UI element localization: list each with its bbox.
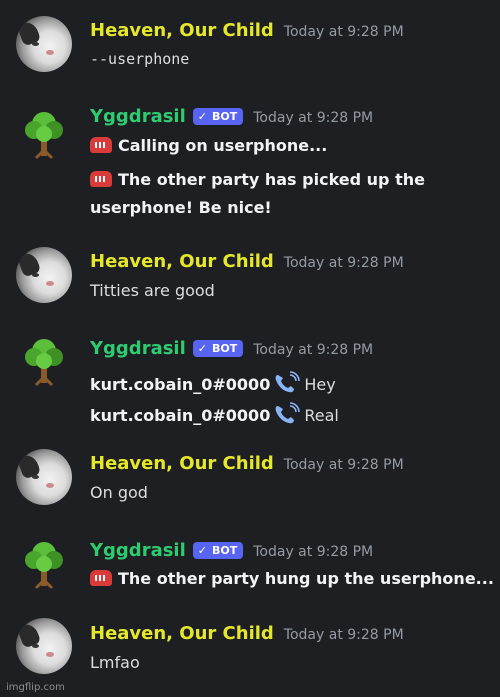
timestamp[interactable]: Today at 9:28 PM [284, 24, 404, 40]
bot-badge-label: BOT [211, 342, 238, 355]
avatar[interactable] [16, 536, 72, 592]
timestamp[interactable]: Today at 9:28 PM [253, 544, 373, 560]
message-text: The other party has picked up the [118, 170, 425, 189]
relay-text: Hey [304, 375, 336, 394]
relay-text: Real [304, 406, 339, 425]
telephone-receiver-icon [275, 402, 301, 424]
checkmark-icon: ✓ [197, 544, 207, 557]
username[interactable]: Yggdrasil [90, 106, 186, 127]
timestamp[interactable]: Today at 9:28 PM [284, 255, 404, 271]
message-heaven-2: Heaven, Our Child Today at 9:28 PM Titti… [0, 240, 500, 330]
tree-icon [25, 542, 63, 590]
avatar[interactable] [16, 16, 72, 72]
message-heaven-3: Heaven, Our Child Today at 9:28 PM On go… [0, 449, 500, 535]
avatar[interactable] [16, 618, 72, 674]
username[interactable]: Heaven, Our Child [90, 251, 274, 272]
relay-sender: kurt.cobain_0#0000 [90, 375, 271, 394]
avatar[interactable] [16, 106, 72, 162]
cat-nose-shape [46, 483, 54, 488]
timestamp[interactable]: Today at 9:28 PM [253, 110, 373, 126]
bot-badge: ✓ BOT [192, 340, 244, 357]
tree-icon [25, 112, 63, 160]
telephone-icon [90, 570, 112, 586]
message-content: kurt.cobain_0#0000 Hey [90, 366, 336, 394]
username[interactable]: Heaven, Our Child [90, 623, 274, 644]
message-content: --userphone [90, 50, 190, 68]
message-header: Heaven, Our Child Today at 9:28 PM [90, 251, 404, 272]
username[interactable]: Yggdrasil [90, 540, 186, 561]
bot-badge-label: BOT [211, 110, 238, 123]
message-header: Yggdrasil ✓ BOT Today at 9:28 PM [90, 338, 373, 359]
username[interactable]: Yggdrasil [90, 338, 186, 359]
message-header: Heaven, Our Child Today at 9:28 PM [90, 20, 404, 41]
timestamp[interactable]: Today at 9:28 PM [284, 457, 404, 473]
bot-badge: ✓ BOT [192, 108, 244, 125]
telephone-icon [90, 137, 112, 153]
message-header: Yggdrasil ✓ BOT Today at 9:28 PM [90, 540, 373, 561]
telephone-receiver-icon [275, 371, 301, 393]
message-content: On god [90, 483, 148, 502]
timestamp[interactable]: Today at 9:28 PM [253, 342, 373, 358]
message-content: The other party has picked up the [90, 169, 425, 189]
cat-nose-shape [46, 652, 54, 657]
username[interactable]: Heaven, Our Child [90, 20, 274, 41]
username[interactable]: Heaven, Our Child [90, 453, 274, 474]
cat-eye-shape [32, 273, 39, 277]
telephone-icon [90, 171, 112, 187]
bot-badge: ✓ BOT [192, 542, 244, 559]
message-header: Heaven, Our Child Today at 9:28 PM [90, 623, 404, 644]
message-content: Calling on userphone... [90, 135, 327, 155]
message-content: userphone! Be nice! [90, 198, 272, 217]
cat-eye-shape [32, 475, 39, 479]
tree-icon [25, 339, 63, 387]
message-yggdrasil-2: Yggdrasil ✓ BOT Today at 9:28 PM kurt.co… [0, 330, 500, 450]
message-yggdrasil-3: Yggdrasil ✓ BOT Today at 9:28 PM The oth… [0, 535, 500, 615]
cat-nose-shape [46, 281, 54, 286]
message-heaven-1: Heaven, Our Child Today at 9:28 PM --use… [0, 0, 500, 90]
message-text: The other party hung up the userphone... [118, 569, 494, 588]
message-content: kurt.cobain_0#0000 Real [90, 397, 339, 425]
relay-sender: kurt.cobain_0#0000 [90, 406, 271, 425]
message-header: Yggdrasil ✓ BOT Today at 9:28 PM [90, 106, 373, 127]
cat-nose-shape [46, 50, 54, 55]
cat-eye-shape [32, 42, 39, 46]
avatar[interactable] [16, 247, 72, 303]
message-content: Titties are good [90, 281, 215, 300]
checkmark-icon: ✓ [197, 110, 207, 123]
message-heaven-4: Heaven, Our Child Today at 9:28 PM Lmfao [0, 615, 500, 697]
message-content: Lmfao [90, 653, 140, 672]
cat-eye-shape [32, 644, 39, 648]
avatar[interactable] [16, 449, 72, 505]
watermark: imgflip.com [6, 682, 65, 693]
message-text: Calling on userphone... [118, 136, 328, 155]
message-header: Heaven, Our Child Today at 9:28 PM [90, 453, 404, 474]
avatar[interactable] [16, 333, 72, 389]
message-yggdrasil-1: Yggdrasil ✓ BOT Today at 9:28 PM Calling… [0, 90, 500, 240]
message-content: The other party hung up the userphone... [90, 568, 494, 588]
checkmark-icon: ✓ [197, 342, 207, 355]
bot-badge-label: BOT [211, 544, 238, 557]
timestamp[interactable]: Today at 9:28 PM [284, 627, 404, 643]
